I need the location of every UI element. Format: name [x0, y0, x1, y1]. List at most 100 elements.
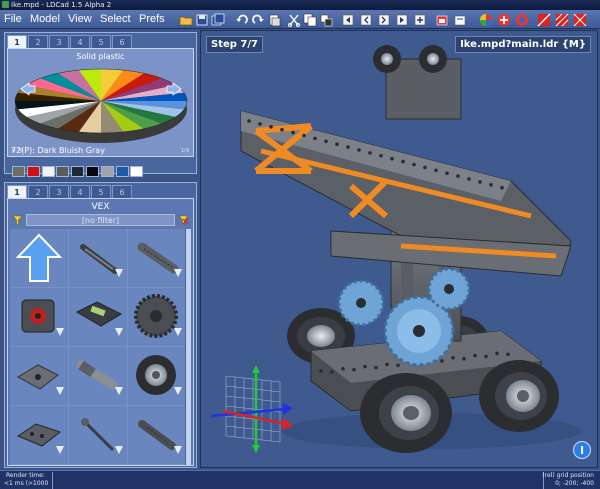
color-swatch[interactable] — [56, 166, 70, 177]
arm-assembly — [240, 110, 572, 277]
part-grid — [10, 229, 187, 465]
color-swatch[interactable] — [71, 166, 85, 177]
model-render[interactable] — [201, 31, 598, 468]
title-bar: Ike.mpd - LDCad 1.5 Alpha 2 — [0, 0, 600, 10]
undo-icon[interactable] — [234, 12, 249, 27]
model-name-label[interactable]: Ike.mpd?main.ldr {M} — [455, 36, 591, 53]
material-label: Solid plastic — [76, 52, 125, 61]
color-swatch[interactable] — [100, 166, 114, 177]
library-name: VEX — [91, 202, 110, 212]
part-cell[interactable] — [69, 406, 128, 465]
part-cell[interactable] — [10, 406, 69, 465]
grid-position-value: 0; -200; -400 — [555, 480, 594, 487]
color-tab-5[interactable]: 5 — [91, 35, 111, 48]
redo-icon[interactable] — [250, 12, 265, 27]
3d-viewport[interactable]: Step 7/7 Ike.mpd?main.ldr {M} I — [200, 30, 598, 468]
part-scrollbar[interactable] — [185, 229, 191, 465]
part-cell[interactable] — [128, 229, 187, 288]
render-time-value: <1 ms (>1000 — [4, 480, 49, 487]
color-swatch[interactable] — [26, 166, 40, 177]
lock-icon[interactable] — [434, 12, 449, 27]
scrollbar-thumb[interactable] — [186, 229, 191, 465]
add-color-icon[interactable] — [496, 12, 511, 27]
part-cell[interactable] — [69, 347, 128, 406]
grid-position-label: (rel) grid position — [542, 472, 594, 479]
menu-view[interactable]: View — [68, 10, 92, 29]
vex-axle-icon — [81, 418, 123, 454]
wheel-front-left — [360, 373, 452, 453]
vex-bracket-icon — [16, 423, 64, 454]
status-bar: Render time: <1 ms (>1000 (rel) grid pos… — [0, 470, 600, 489]
vex-screw-icon — [137, 242, 182, 277]
save-all-icon[interactable] — [210, 12, 225, 27]
color-swatch[interactable] — [12, 166, 25, 177]
step-next-icon[interactable] — [376, 12, 391, 27]
color-swatch[interactable] — [86, 166, 99, 177]
step-first-icon[interactable] — [340, 12, 355, 27]
open-folder-icon[interactable] — [178, 12, 193, 27]
part-cell[interactable] — [128, 288, 187, 347]
save-icon[interactable] — [194, 12, 209, 27]
vex-plate-icon — [16, 364, 64, 395]
gear-right — [427, 267, 471, 311]
filter-field[interactable]: [no filter] — [26, 214, 175, 226]
part-cell[interactable] — [128, 406, 187, 465]
cut-icon[interactable] — [286, 12, 301, 27]
part-tab-5[interactable]: 5 — [91, 185, 111, 198]
color-swatch[interactable] — [41, 166, 55, 177]
color-tab-6[interactable]: 6 — [112, 35, 132, 48]
step-add-icon[interactable] — [412, 12, 427, 27]
menu-prefs[interactable]: Prefs — [139, 10, 165, 29]
step-indicator: Step 7/7 — [206, 36, 263, 53]
vex-shaft-icon — [80, 244, 123, 277]
part-cell[interactable] — [69, 229, 128, 288]
axis-gizmo — [210, 365, 293, 453]
menu-select[interactable]: Select — [100, 10, 131, 29]
part-cell[interactable] — [128, 347, 187, 406]
part-cell[interactable] — [10, 347, 69, 406]
part-tab-6[interactable]: 6 — [112, 185, 132, 198]
part-tab-1[interactable]: 1 — [7, 185, 27, 198]
clear-filter-icon[interactable] — [178, 215, 189, 226]
vex-wheel-icon — [136, 355, 182, 395]
color-pie[interactable] — [13, 61, 190, 153]
color-tab-3[interactable]: 3 — [49, 35, 69, 48]
color-wheel-icon[interactable] — [478, 12, 493, 27]
vex-motor-icon — [21, 299, 64, 336]
color-swatch[interactable] — [130, 166, 144, 177]
part-tab-4[interactable]: 4 — [70, 185, 90, 198]
part-cell[interactable] — [10, 229, 69, 288]
render-time-label: Render time: — [6, 472, 45, 479]
part-bin-area: VEX [no filter] — [7, 198, 194, 466]
part-cell[interactable] — [69, 288, 128, 347]
step-prev-icon[interactable] — [358, 12, 373, 27]
vex-standoff-icon — [76, 360, 123, 395]
grid-rotate-icon[interactable] — [572, 12, 587, 27]
menu-model[interactable]: Model — [30, 10, 60, 29]
color-tab-1[interactable]: 1 — [7, 35, 27, 48]
color-tab-4[interactable]: 4 — [70, 35, 90, 48]
part-tab-2[interactable]: 2 — [28, 185, 48, 198]
info-icon[interactable]: I — [573, 441, 591, 459]
step-last-icon[interactable] — [394, 12, 409, 27]
grid-snap-icon[interactable] — [554, 12, 569, 27]
filter-row: [no filter] — [8, 214, 193, 226]
duplicate-icon[interactable] — [318, 12, 333, 27]
up-arrow-icon — [15, 233, 63, 282]
vex-gear-icon — [134, 294, 182, 338]
color-tab-2[interactable]: 2 — [28, 35, 48, 48]
part-bin-panel: 1 2 3 4 5 6 VEX [no filter] — [4, 182, 197, 468]
color-swatch[interactable] — [115, 166, 129, 177]
wheel-front-right — [479, 360, 559, 432]
part-tab-3[interactable]: 3 — [49, 185, 69, 198]
remove-color-icon[interactable] — [514, 12, 529, 27]
color-tabs: 1 2 3 4 5 6 — [7, 35, 132, 48]
copy-icon[interactable] — [302, 12, 317, 27]
grid-off-icon[interactable] — [536, 12, 551, 27]
filter-icon[interactable] — [12, 215, 23, 226]
paste-icon[interactable] — [266, 12, 281, 27]
home-icon[interactable] — [452, 12, 467, 27]
menu-file[interactable]: File — [4, 10, 22, 29]
gear-medium — [337, 279, 385, 327]
part-cell[interactable] — [10, 288, 69, 347]
